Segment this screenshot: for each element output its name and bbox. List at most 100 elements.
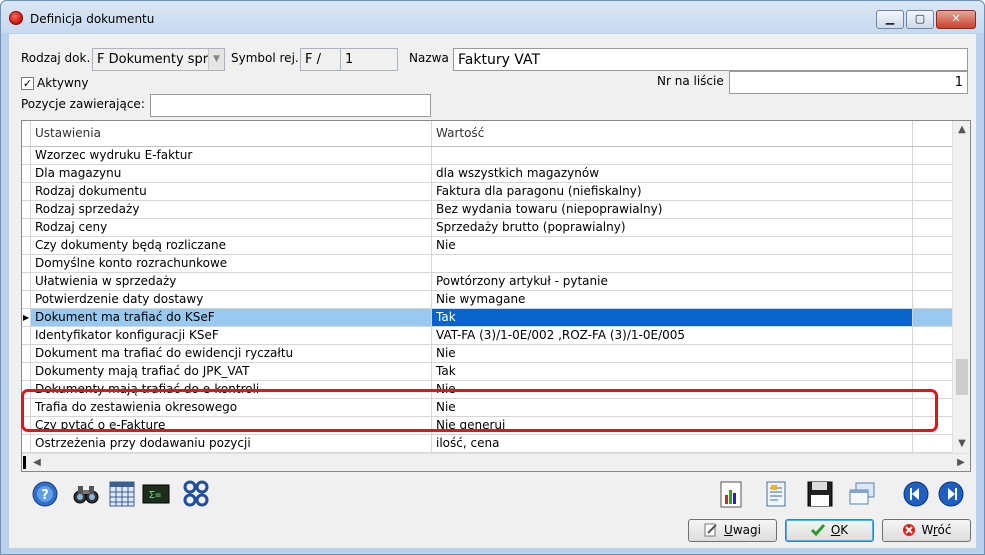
setting-value-cell[interactable]: Powtórzony artykuł - pytanie: [432, 273, 913, 290]
calendar-grid-icon[interactable]: [107, 479, 137, 509]
setting-name-cell[interactable]: Potwierdzenie daty dostawy: [31, 291, 432, 308]
setting-name-cell[interactable]: Dokument ma trafiać do KSeF: [31, 309, 432, 326]
wroc-button[interactable]: Wróć: [882, 519, 971, 542]
scroll-left-icon[interactable]: ◀: [28, 454, 46, 472]
row-indicator[interactable]: ▶: [22, 309, 31, 326]
table-row[interactable]: Identyfikator konfiguracji KSeF VAT-FA (3…: [22, 327, 952, 345]
vertical-scrollbar[interactable]: ▲ ▼: [952, 121, 970, 453]
extra-cell[interactable]: [913, 165, 952, 182]
chevron-down-icon[interactable]: ▼: [208, 49, 224, 70]
calculator-icon[interactable]: Σ=: [141, 479, 171, 509]
setting-name-cell[interactable]: Rodzaj sprzedaży: [31, 201, 432, 218]
extra-cell[interactable]: [913, 219, 952, 236]
setting-value-cell[interactable]: Tak: [432, 363, 913, 380]
setting-value-cell[interactable]: Bez wydania towaru (niepoprawialny): [432, 201, 913, 218]
setting-value-cell[interactable]: Nie wymagane: [432, 291, 913, 308]
row-indicator[interactable]: [22, 363, 31, 380]
next-icon[interactable]: [936, 479, 966, 509]
setting-name-cell[interactable]: Identyfikator konfiguracji KSeF: [31, 327, 432, 344]
row-indicator[interactable]: [22, 165, 31, 182]
table-row[interactable]: Dokumenty mają trafiać do JPK_VAT Tak: [22, 363, 952, 381]
extra-cell[interactable]: [913, 255, 952, 272]
row-indicator[interactable]: [22, 291, 31, 308]
save-floppy-icon[interactable]: [805, 479, 835, 509]
binoculars-icon[interactable]: [71, 479, 101, 509]
close-button[interactable]: ✕: [936, 10, 976, 29]
horizontal-scrollbar[interactable]: ◀ ▶: [22, 453, 970, 471]
extra-cell[interactable]: [913, 291, 952, 308]
table-row[interactable]: Ostrzeżenia przy dodawaniu pozycji ilość,…: [22, 435, 952, 453]
extra-cell[interactable]: [913, 147, 952, 164]
setting-name-cell[interactable]: Dla magazynu: [31, 165, 432, 182]
table-row[interactable]: Rodzaj dokumentu Faktura dla paragonu (ni…: [22, 183, 952, 201]
setting-name-cell[interactable]: Rodzaj ceny: [31, 219, 432, 236]
setting-name-cell[interactable]: Ostrzeżenia przy dodawaniu pozycji: [31, 435, 432, 452]
scroll-up-icon[interactable]: ▲: [953, 121, 971, 139]
document-edit-icon[interactable]: [761, 479, 791, 509]
row-indicator[interactable]: [22, 255, 31, 272]
nazwa-input[interactable]: Faktury VAT: [453, 48, 968, 71]
extra-cell[interactable]: [913, 309, 952, 326]
setting-name-cell[interactable]: Ułatwienia w sprzedaży: [31, 273, 432, 290]
row-indicator[interactable]: [22, 345, 31, 362]
header-ustawienia[interactable]: Ustawienia: [31, 121, 432, 146]
table-row[interactable]: Potwierdzenie daty dostawy Nie wymagane: [22, 291, 952, 309]
extra-cell[interactable]: [913, 435, 952, 452]
rodzaj-combo[interactable]: F Dokumenty sprz ▼: [92, 48, 225, 71]
setting-value-cell[interactable]: dla wszystkich magazynów: [432, 165, 913, 182]
extra-cell[interactable]: [913, 237, 952, 254]
previous-icon[interactable]: [901, 479, 931, 509]
help-icon[interactable]: ?: [30, 479, 60, 509]
setting-value-cell[interactable]: [432, 255, 913, 272]
uwagi-button[interactable]: Uwagi: [688, 519, 777, 542]
setting-value-cell[interactable]: Tak: [432, 309, 913, 326]
setting-value-cell[interactable]: VAT-FA (3)/1-0E/002 ,ROZ-FA (3)/1-0E/005: [432, 327, 913, 344]
setting-name-cell[interactable]: Wzorzec wydruku E-faktur: [31, 147, 432, 164]
header-wartosc[interactable]: Wartość: [432, 121, 913, 146]
setting-value-cell[interactable]: [432, 147, 913, 164]
table-row[interactable]: Rodzaj ceny Sprzedaży brutto (poprawialny…: [22, 219, 952, 237]
scroll-right-icon[interactable]: ▶: [952, 454, 970, 472]
table-row[interactable]: ▶ Dokument ma trafiać do KSeF Tak: [22, 309, 952, 327]
extra-cell[interactable]: [913, 201, 952, 218]
nr-na-liscie-input[interactable]: 1: [729, 71, 968, 94]
extra-cell[interactable]: [913, 327, 952, 344]
extra-cell[interactable]: [913, 363, 952, 380]
horizontal-scroll-thumb[interactable]: [23, 456, 26, 469]
table-row[interactable]: Wzorzec wydruku E-faktur: [22, 147, 952, 165]
aktywny-checkbox[interactable]: ✓: [21, 77, 34, 90]
vertical-scroll-thumb[interactable]: [956, 359, 968, 395]
table-row[interactable]: Dla magazynu dla wszystkich magazynów: [22, 165, 952, 183]
windows-stack-icon[interactable]: [847, 479, 877, 509]
scroll-down-icon[interactable]: ▼: [953, 435, 971, 453]
row-indicator[interactable]: [22, 219, 31, 236]
setting-name-cell[interactable]: Dokument ma trafiać do ewidencji ryczałt…: [31, 345, 432, 362]
table-row[interactable]: Domyślne konto rozrachunkowe: [22, 255, 952, 273]
row-indicator[interactable]: [22, 327, 31, 344]
extra-cell[interactable]: [913, 273, 952, 290]
setting-name-cell[interactable]: Domyślne konto rozrachunkowe: [31, 255, 432, 272]
setting-value-cell[interactable]: Sprzedaży brutto (poprawialny): [432, 219, 913, 236]
row-indicator[interactable]: [22, 237, 31, 254]
setting-name-cell[interactable]: Czy dokumenty będą rozliczane: [31, 237, 432, 254]
symbol-field[interactable]: F /: [300, 48, 341, 71]
settings-gears-icon[interactable]: [181, 479, 211, 509]
table-row[interactable]: Czy dokumenty będą rozliczane Nie: [22, 237, 952, 255]
extra-cell[interactable]: [913, 183, 952, 200]
table-row[interactable]: Rodzaj sprzedaży Bez wydania towaru (niep…: [22, 201, 952, 219]
row-indicator[interactable]: [22, 147, 31, 164]
setting-value-cell[interactable]: Nie: [432, 237, 913, 254]
table-row[interactable]: Ułatwienia w sprzedaży Powtórzony artykuł…: [22, 273, 952, 291]
title-bar[interactable]: Definicja dokumentu ▁ ▢ ✕: [1, 1, 984, 33]
setting-name-cell[interactable]: Rodzaj dokumentu: [31, 183, 432, 200]
ok-button[interactable]: OK: [785, 519, 874, 542]
setting-name-cell[interactable]: Dokumenty mają trafiać do JPK_VAT: [31, 363, 432, 380]
table-row[interactable]: Dokument ma trafiać do ewidencji ryczałt…: [22, 345, 952, 363]
row-indicator[interactable]: [22, 201, 31, 218]
symbol-number-field[interactable]: 1: [340, 48, 398, 71]
maximize-button[interactable]: ▢: [906, 10, 934, 29]
minimize-button[interactable]: ▁: [876, 10, 904, 29]
row-indicator[interactable]: [22, 435, 31, 452]
setting-value-cell[interactable]: Nie: [432, 345, 913, 362]
row-indicator[interactable]: [22, 183, 31, 200]
